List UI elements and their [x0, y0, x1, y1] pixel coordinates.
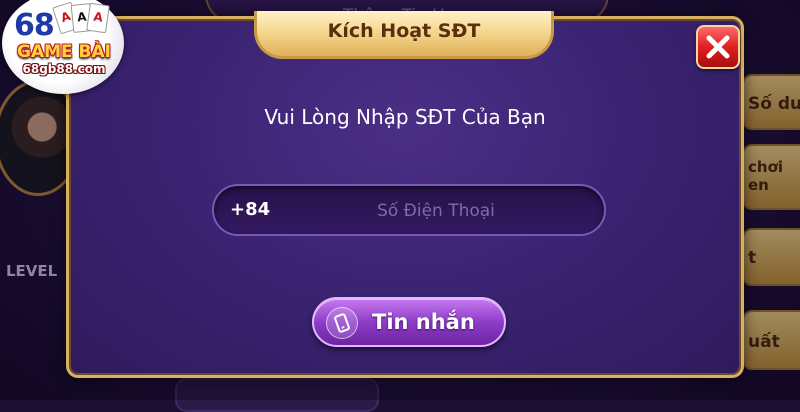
phone-icon	[326, 307, 358, 339]
phone-field[interactable]: +84	[212, 184, 606, 236]
logo-number: 68	[14, 8, 55, 43]
sms-button[interactable]: Tin nhắn	[312, 297, 506, 347]
phone-prompt: Vui Lòng Nhập SĐT Của Bạn	[264, 105, 546, 129]
logo-url: 68gb88.com	[22, 62, 106, 76]
phone-number-input[interactable]	[284, 186, 588, 236]
country-code: +84	[230, 199, 271, 220]
logo-cards-icon: A A A	[52, 1, 112, 40]
card-icon: A	[86, 2, 110, 34]
logo-game-text: GAME BÀI	[17, 42, 111, 62]
close-x-icon	[706, 35, 730, 59]
close-button[interactable]	[696, 25, 740, 69]
dialog-title-tab: Kích Hoạt SĐT	[254, 11, 554, 59]
dialog-title: Kích Hoạt SĐT	[327, 20, 481, 42]
logo: A A A 68 GAME BÀI 68gb88.com	[0, 0, 130, 94]
sms-button-label: Tin nhắn	[372, 310, 475, 334]
activate-phone-dialog: Kích Hoạt SĐT Vui Lòng Nhập SĐT Của Bạn …	[66, 11, 744, 378]
